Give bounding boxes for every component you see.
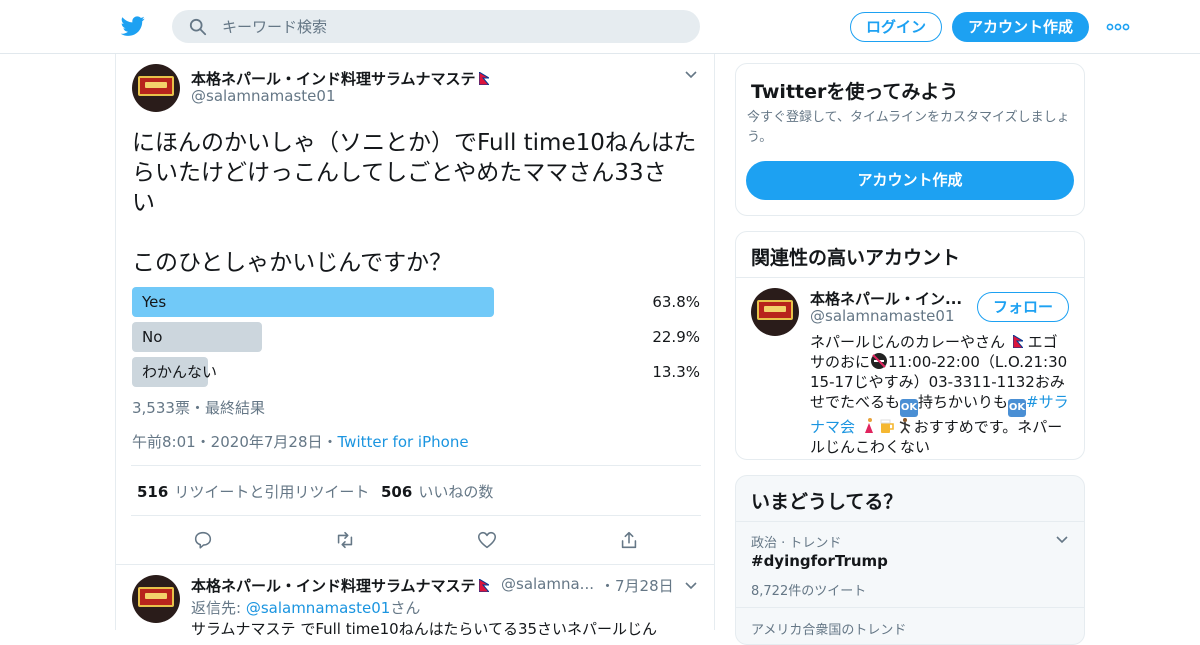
divider (736, 521, 1084, 522)
tweet-text-line: このひとしゃかいじんですか？ (132, 250, 453, 276)
nepal-flag-icon (478, 72, 489, 85)
avatar[interactable] (132, 575, 180, 623)
bio-text: ネパールじんのカレーやさん (810, 333, 1006, 351)
nepal-flag-icon (478, 579, 489, 592)
avatar[interactable] (132, 64, 180, 112)
beer-icon (880, 419, 894, 433)
poll-option: わかんない 13.3% (132, 357, 700, 387)
related-account-handle[interactable]: @salamnamaste01 (810, 307, 955, 325)
poll-option-label: No (142, 328, 163, 346)
like-stats[interactable]: 506 いいねの数 (381, 481, 493, 502)
tweet-text: にほんのかいしゃ（ソニとか）でFull time10ねんはた らいたけどけっこん… (132, 128, 702, 278)
ok-icon: OK (900, 399, 919, 417)
tweet-author-name[interactable]: 本格ネパール・インド料理サラムナマステ (191, 68, 489, 89)
reply-icon[interactable] (192, 529, 214, 551)
share-icon[interactable] (618, 529, 640, 551)
poll-option: No 22.9% (132, 322, 700, 352)
top-navigation-bar: ログイン アカウント作成 (0, 0, 1200, 54)
signup-card-subtitle: 今すぐ登録して、タイムラインをカスタマイズしましょう。 (747, 110, 1070, 145)
man-dancing-icon (899, 418, 911, 434)
reply-date[interactable]: ・7月28日 (600, 575, 674, 596)
author-name-text[interactable]: 本格ネパール・インド料理サラムナマステ (191, 577, 476, 595)
related-card-title: 関連性の高いアカウント (751, 247, 961, 269)
reply-suffix: さん (390, 599, 421, 617)
trends-card-title: いまどうしてる？ (751, 491, 903, 513)
reply-prefix: 返信先: (191, 599, 246, 617)
trend-meta: 政治 · トレンド (751, 536, 842, 551)
retweet-stats[interactable]: 516 リツイートと引用リツイート (137, 481, 369, 502)
reply-text: サラムナマステ でFull time10ねんはたらいてる35さいネパールじん (191, 620, 658, 638)
nepal-flag-icon (1012, 335, 1023, 348)
divider (131, 515, 701, 516)
follow-button[interactable]: フォロー (977, 292, 1069, 322)
avatar[interactable] (751, 288, 799, 336)
bio-text: 持ちかいりも (918, 393, 1009, 411)
tweet-source-link[interactable]: Twitter for iPhone (338, 433, 469, 451)
author-name-text[interactable]: 本格ネパール・インド料理サラムナマステ (191, 70, 476, 88)
divider (736, 607, 1084, 608)
twitter-bird-icon[interactable] (120, 14, 146, 38)
tweet-column: 本格ネパール・インド料理サラムナマステ @salamnamaste01 にほんの… (115, 54, 715, 638)
reply-to-link[interactable]: @salamnamaste01 (246, 599, 391, 617)
poll-summary: 3,533票・最終結果 (132, 399, 265, 417)
poll-option-label: Yes (142, 293, 167, 311)
search-input[interactable] (222, 10, 682, 43)
dancer-icon (864, 418, 873, 433)
chevron-down-icon[interactable] (683, 578, 699, 594)
trend-name[interactable]: #dyingforTrump (751, 552, 888, 570)
retweet-icon[interactable] (334, 529, 356, 551)
trends-card: いまどうしてる？ 政治 · トレンド #dyingforTrump 8,722件… (735, 475, 1085, 645)
reply-author-handle[interactable]: @salamna... (501, 575, 594, 593)
reply-to-line: 返信先: @salamnamaste01さん (191, 597, 420, 618)
retweet-count: 516 (137, 483, 169, 501)
tweet-text-line: にほんのかいしゃ（ソニとか）でFull time10ねんはた (132, 130, 697, 156)
signup-card-title: Twitterを使ってみよう (751, 81, 959, 103)
tweet-author-handle[interactable]: @salamnamaste01 (191, 87, 336, 105)
related-account-bio: ネパールじんのカレーやさん エゴサのおに 11:00-22:00（L.O.21:3… (810, 332, 1072, 457)
tweet-timestamp: 午前8:01・2020年7月28日・Twitter for iPhone (132, 431, 469, 452)
chevron-down-icon[interactable] (683, 67, 699, 83)
poll-option-label: わかんない (142, 363, 218, 381)
search-icon (189, 18, 207, 36)
poll-option: Yes 63.8% (132, 287, 700, 317)
trend-tweet-count: 8,722件のツイート (751, 584, 867, 599)
tweet-text-line: らいたけどけっこんしてしごとやめたママさん33さ (132, 160, 667, 186)
divider (131, 465, 701, 466)
heart-icon[interactable] (476, 529, 498, 551)
no-smoking-icon (871, 353, 888, 369)
like-label: いいねの数 (418, 483, 494, 501)
retweet-label: リツイートと引用リツイート (174, 483, 370, 501)
related-account-name[interactable]: 本格ネパール・イン... (810, 288, 962, 309)
divider (116, 564, 714, 565)
poll-option-percent: 63.8% (652, 293, 700, 311)
chevron-down-icon[interactable] (1054, 532, 1070, 548)
poll-option-percent: 13.3% (652, 363, 700, 381)
poll-bar (132, 287, 495, 317)
signup-button[interactable]: アカウント作成 (952, 12, 1089, 42)
trend-meta: アメリカ合衆国のトレンド (751, 623, 907, 638)
signup-card: Twitterを使ってみよう 今すぐ登録して、タイムラインをカスタマイズしましょ… (735, 63, 1085, 216)
ok-icon: OK (1008, 399, 1027, 417)
related-accounts-card: 関連性の高いアカウント 本格ネパール・イン... @salamnamaste01… (735, 231, 1085, 460)
reply-author-name[interactable]: 本格ネパール・インド料理サラムナマステ (191, 575, 489, 596)
tweet-text-line: い (132, 190, 155, 216)
tweet-time[interactable]: 午前8:01・2020年7月28日・ (132, 433, 338, 451)
divider (736, 277, 1084, 278)
more-dots-icon[interactable] (1106, 20, 1130, 34)
like-count: 506 (381, 483, 413, 501)
poll-option-percent: 22.9% (652, 328, 700, 346)
login-button[interactable]: ログイン (850, 12, 942, 42)
search-box[interactable] (172, 10, 700, 43)
create-account-button[interactable]: アカウント作成 (746, 161, 1074, 200)
